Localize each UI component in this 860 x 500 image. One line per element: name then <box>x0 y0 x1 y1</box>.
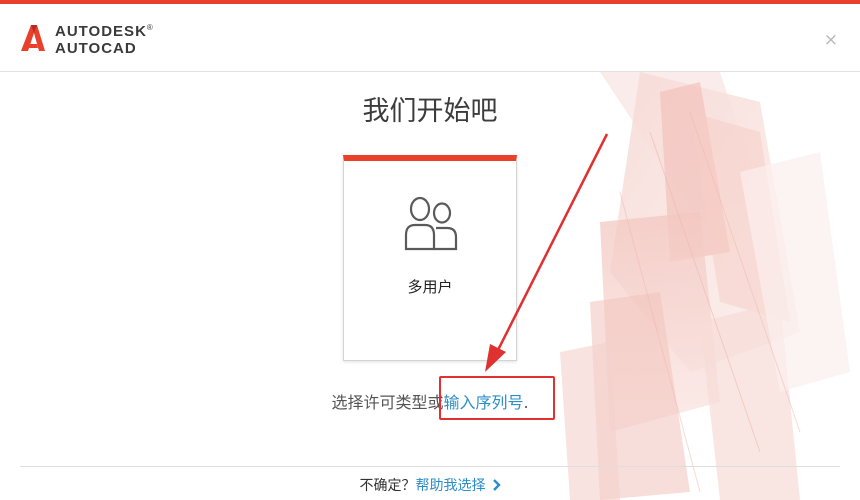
brand-line2: AUTOCAD <box>55 40 137 57</box>
page-title: 我们开始吧 <box>362 96 498 127</box>
choose-license-line: 选择许可类型或输入序列号. <box>0 389 860 413</box>
enter-serial-link[interactable]: 输入序列号 <box>443 393 523 412</box>
unsure-text: 不确定？ <box>359 478 416 494</box>
multi-user-license-card[interactable]: 多用户 <box>343 155 517 361</box>
footer-divider <box>20 466 840 467</box>
app-header: AUTODESK® AUTOCAD × <box>0 4 860 72</box>
brand-line1: AUTODESK <box>55 23 147 40</box>
main-content: 我们开始吧 多用户 选择许可类型或输入序列号. 不确定？帮助我选择 <box>0 0 860 500</box>
users-icon <box>404 196 458 251</box>
choose-prefix: 选择许可类型或 <box>331 393 444 412</box>
footer: 不确定？帮助我选择 <box>0 475 860 495</box>
installer-window: AUTODESK® AUTOCAD × 我们开始吧 多用户 选择许可类型或输入序… <box>0 0 860 500</box>
autocad-logo-icon <box>21 25 45 51</box>
chevron-right-icon[interactable] <box>492 478 501 492</box>
choose-suffix: . <box>523 393 529 412</box>
registered-mark: ® <box>146 23 154 32</box>
brand-wordmark: AUTODESK® AUTOCAD <box>55 19 154 57</box>
help-me-choose-link[interactable]: 帮助我选择 <box>416 478 486 494</box>
card-label: 多用户 <box>407 278 453 296</box>
close-button[interactable]: × <box>824 32 838 49</box>
